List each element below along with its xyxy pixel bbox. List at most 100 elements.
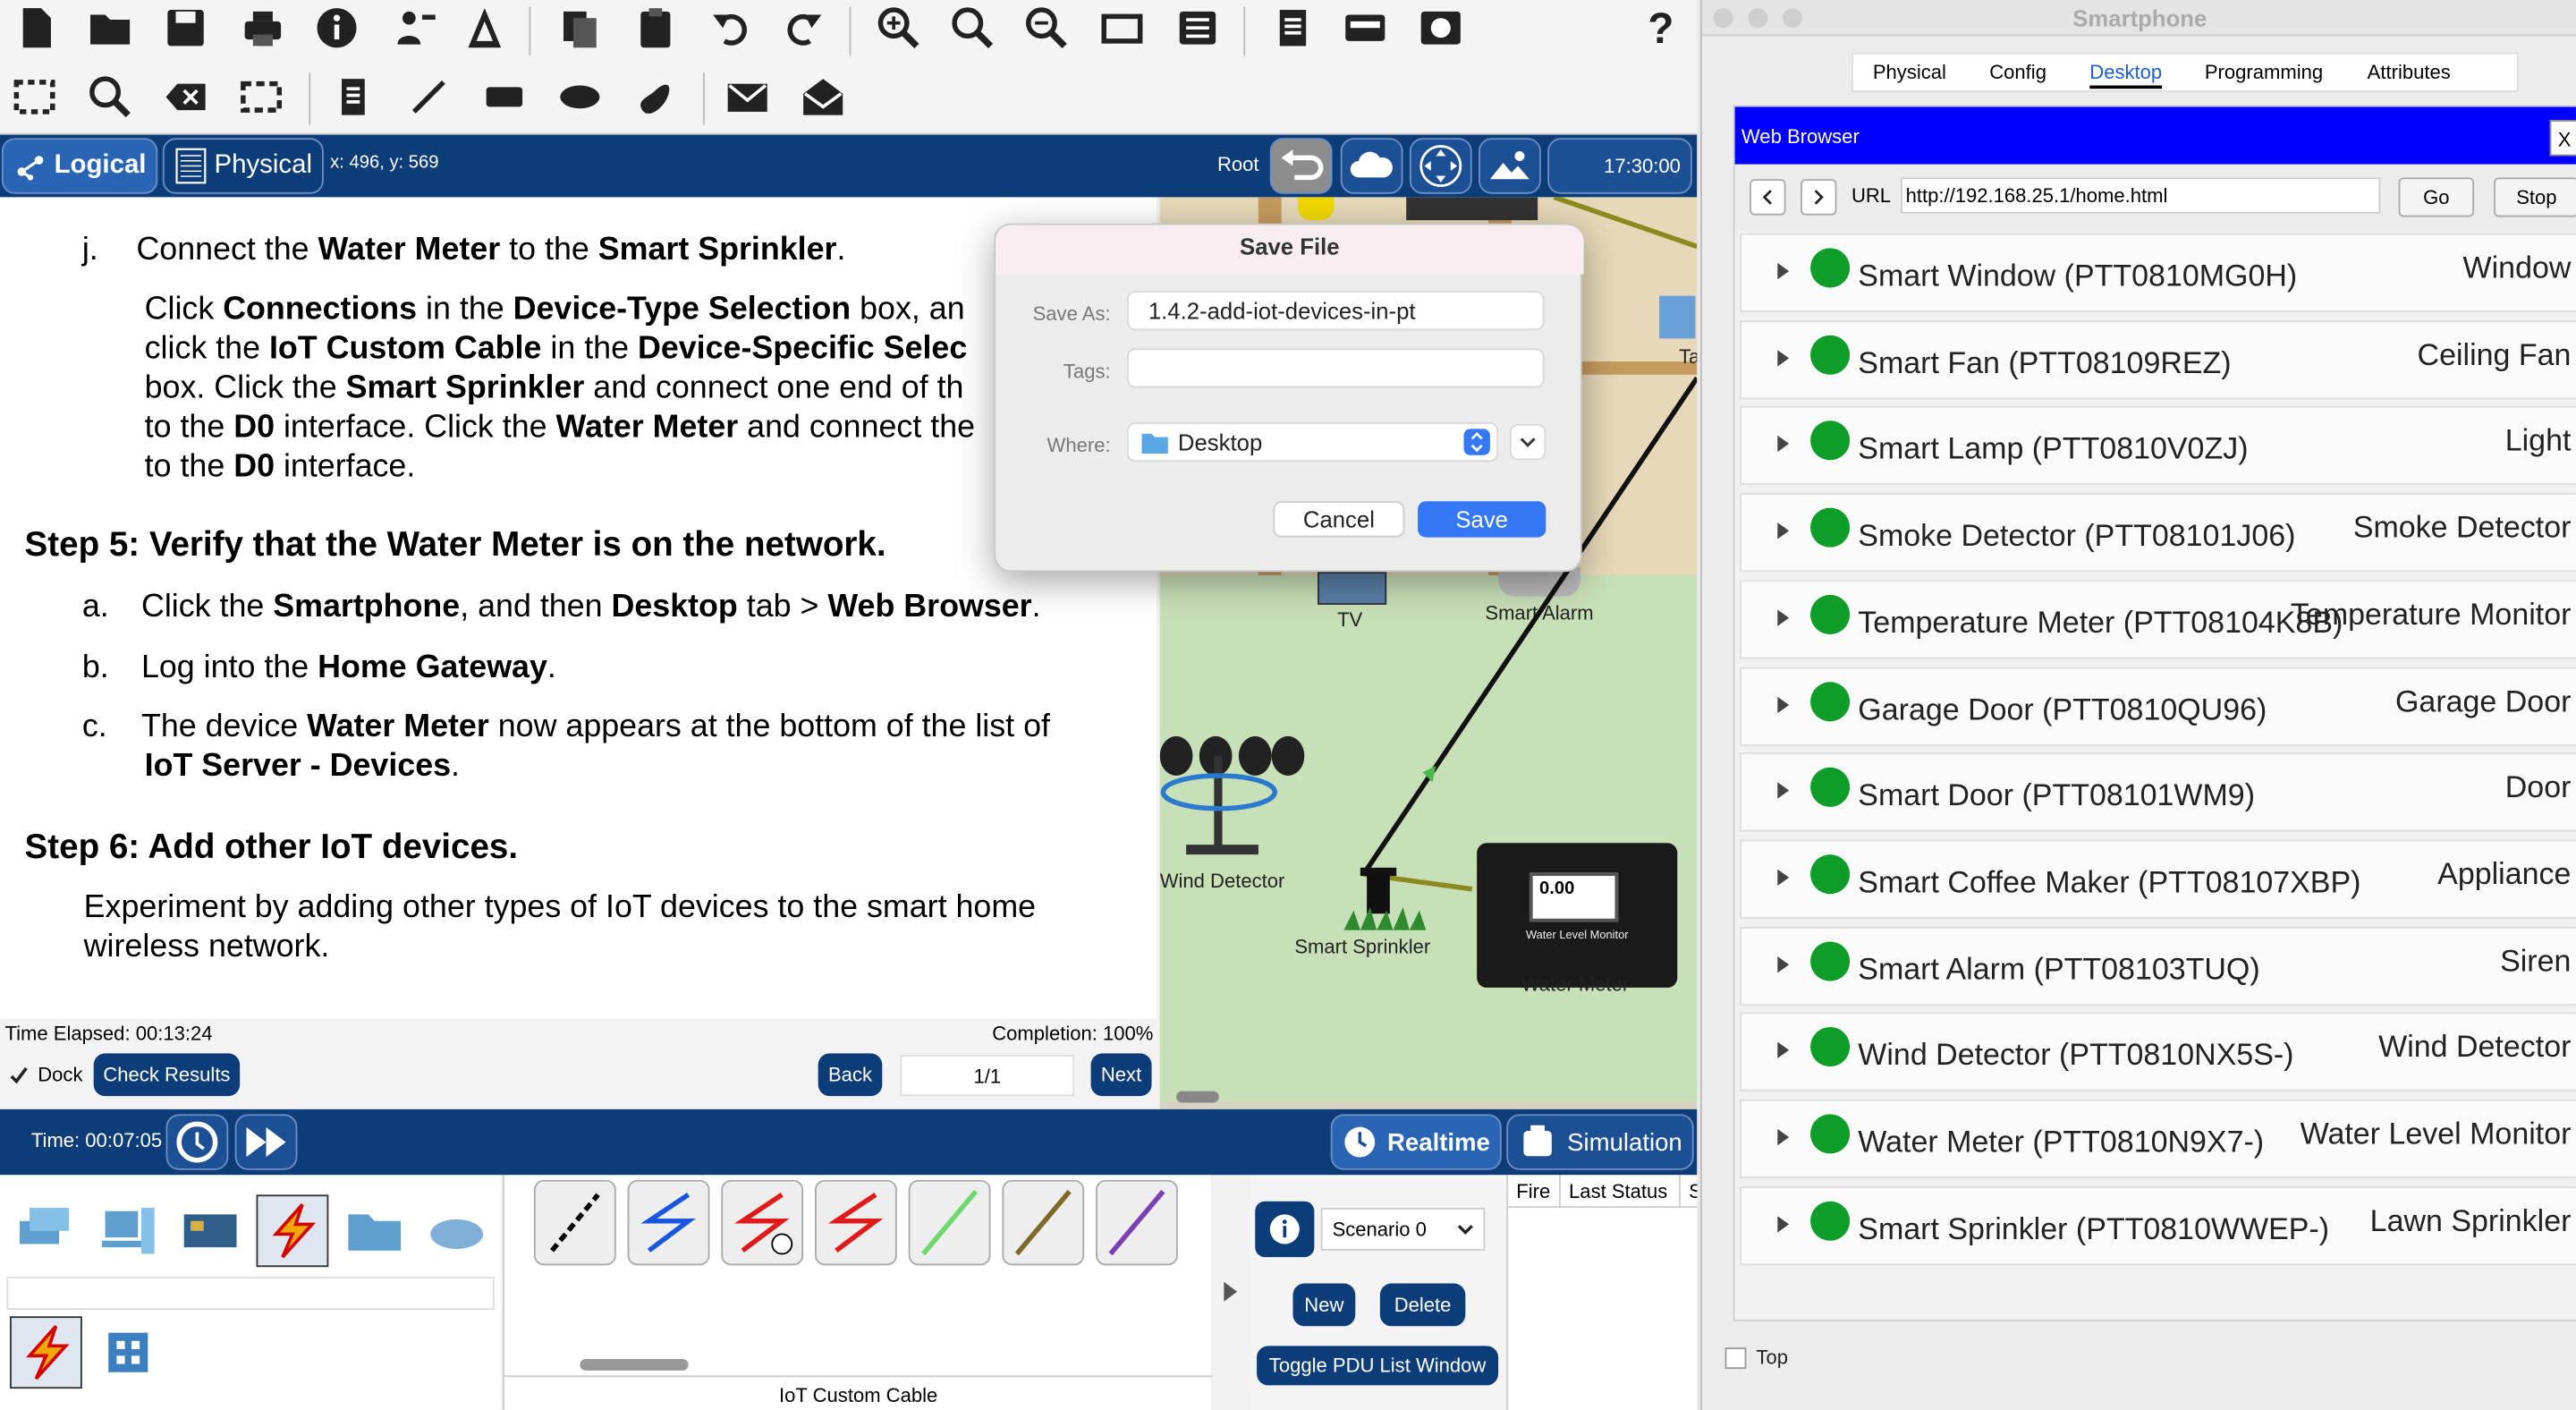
where-select[interactable]: Desktop: [1126, 422, 1499, 463]
panel-collapse-handle[interactable]: [1212, 1175, 1249, 1410]
resize-shape-icon[interactable]: [236, 72, 285, 122]
connections-subtype-icon[interactable]: [10, 1316, 82, 1389]
cable-panel-scrollbar[interactable]: [580, 1359, 689, 1371]
web-browser-close-button[interactable]: X: [2549, 120, 2576, 157]
notes-icon[interactable]: [1268, 4, 1318, 53]
cancel-button[interactable]: Cancel: [1273, 501, 1405, 538]
move-object-button[interactable]: [1409, 138, 1472, 194]
serial-cable-icon[interactable]: [815, 1179, 897, 1266]
expand-arrow-icon[interactable]: [1777, 1215, 1790, 1233]
connections-icon[interactable]: [256, 1194, 329, 1268]
info-icon[interactable]: [312, 4, 361, 53]
device-row[interactable]: Wind Detector (PTT0810NX5S-) Wind Detecto…: [1740, 1013, 2576, 1092]
paste-icon[interactable]: [631, 4, 680, 53]
expand-arrow-icon[interactable]: [1777, 522, 1790, 539]
expand-arrow-icon[interactable]: [1777, 695, 1790, 713]
grid-view-icon[interactable]: [92, 1316, 165, 1389]
device-row[interactable]: Smart Sprinkler (PTT0810WWEP-) Lawn Sprin…: [1740, 1185, 2576, 1265]
back-button[interactable]: Back: [818, 1053, 883, 1097]
scenario-info-button[interactable]: [1255, 1201, 1315, 1258]
device-row[interactable]: Smart Alarm (PTT08103TUQ) Siren: [1740, 926, 2576, 1006]
delete-icon[interactable]: [161, 72, 210, 122]
draw-ellipse-icon[interactable]: [555, 72, 605, 122]
device-row[interactable]: Smart Door (PTT08101WM9) Door: [1740, 752, 2576, 832]
components-icon[interactable]: [174, 1194, 247, 1267]
add-simple-pdu-icon[interactable]: [723, 72, 772, 122]
physical-tab[interactable]: Physical: [162, 138, 324, 194]
freeform-icon[interactable]: [631, 72, 680, 122]
viewport-clock[interactable]: 17:30:00: [1547, 138, 1692, 194]
smart-sprinkler-device[interactable]: [1343, 864, 1442, 937]
end-devices-icon[interactable]: [92, 1194, 165, 1267]
zoom-in-icon[interactable]: [874, 4, 923, 53]
device-row[interactable]: Smart Window (PTT0810MG0H) Window: [1740, 233, 2576, 312]
browser-back-button[interactable]: [1750, 179, 1786, 216]
tab-programming[interactable]: Programming: [2205, 61, 2323, 84]
back-level-button[interactable]: [1269, 138, 1333, 194]
browser-forward-button[interactable]: [1801, 179, 1837, 216]
scenario-select[interactable]: Scenario 0: [1320, 1208, 1486, 1251]
horizontal-scrollbar[interactable]: [1176, 1091, 1219, 1103]
custom-device-icon[interactable]: [1173, 4, 1222, 53]
device-search-field[interactable]: [6, 1277, 495, 1310]
tab-desktop[interactable]: Desktop: [2089, 61, 2163, 89]
page-indicator[interactable]: 1/1: [900, 1055, 1075, 1097]
expand-arrow-icon[interactable]: [1777, 436, 1790, 453]
device-row[interactable]: Garage Door (PTT0810QU96) Garage Door: [1740, 666, 2576, 745]
fast-forward-button[interactable]: [234, 1114, 298, 1170]
add-complex-pdu-icon[interactable]: [799, 72, 848, 122]
water-meter-device[interactable]: 0.00 Water Level Monitor: [1477, 843, 1678, 988]
new-scenario-button[interactable]: New: [1292, 1283, 1356, 1327]
device-row[interactable]: Smoke Detector (PTT08101J06) Smoke Detect…: [1740, 493, 2576, 573]
realtime-mode-button[interactable]: Realtime: [1330, 1114, 1502, 1170]
logical-tab[interactable]: Logical: [1, 138, 158, 194]
help-icon[interactable]: ?: [1636, 3, 1685, 53]
expand-arrow-icon[interactable]: [1777, 1128, 1790, 1146]
save-as-field[interactable]: 1.4.2-add-iot-devices-in-pt: [1126, 291, 1545, 331]
device-row[interactable]: Smart Fan (PTT08109REZ) Ceiling Fan: [1740, 319, 2576, 399]
expand-arrow-icon[interactable]: [1777, 782, 1790, 800]
go-button[interactable]: Go: [2398, 177, 2475, 217]
place-note-icon[interactable]: [328, 72, 377, 122]
select-icon[interactable]: [10, 72, 59, 122]
power-cycle-button[interactable]: [165, 1114, 229, 1170]
activity-wizard-icon[interactable]: [391, 4, 440, 53]
copy-icon[interactable]: [555, 4, 605, 53]
top-checkbox[interactable]: Top: [1724, 1346, 1788, 1369]
zoom-out-icon[interactable]: [1021, 4, 1071, 53]
dock-checkbox[interactable]: Dock: [8, 1063, 82, 1086]
stop-button[interactable]: Stop: [2494, 177, 2576, 217]
coaxial-cable-icon[interactable]: [908, 1179, 991, 1266]
device-row[interactable]: Smart Lamp (PTT0810V0ZJ) Light: [1740, 406, 2576, 486]
expand-arrow-icon[interactable]: [1777, 1042, 1790, 1059]
draw-rectangle-icon[interactable]: [479, 72, 529, 122]
phone-cable-icon[interactable]: [1002, 1179, 1085, 1266]
device-row[interactable]: Temperature Meter (PTT08104K8B) Temperatu…: [1740, 580, 2576, 659]
print-icon[interactable]: [238, 4, 287, 53]
zoom-reset-icon[interactable]: [948, 4, 997, 53]
new-cluster-button[interactable]: [1340, 138, 1403, 194]
device-row[interactable]: Smart Coffee Maker (PTT08107XBP) Applianc…: [1740, 839, 2576, 919]
console-cable-icon[interactable]: [627, 1179, 710, 1266]
root-label[interactable]: Root: [1217, 153, 1259, 176]
tags-field[interactable]: [1126, 348, 1545, 388]
tab-config[interactable]: Config: [1989, 61, 2046, 84]
miscellaneous-icon[interactable]: [338, 1194, 411, 1267]
expand-arrow-icon[interactable]: [1777, 262, 1790, 280]
save-icon[interactable]: [161, 4, 210, 53]
activity-icon[interactable]: [460, 4, 509, 53]
simulation-mode-button[interactable]: Simulation: [1506, 1114, 1694, 1170]
new-file-icon[interactable]: [12, 4, 61, 53]
open-folder-icon[interactable]: [86, 4, 135, 53]
redo-icon[interactable]: [779, 4, 828, 53]
set-background-button[interactable]: [1479, 138, 1541, 194]
delete-scenario-button[interactable]: Delete: [1379, 1283, 1466, 1327]
tab-attributes[interactable]: Attributes: [2368, 61, 2451, 84]
device-row[interactable]: Water Meter (PTT0810N9X7-) Water Level Mo…: [1740, 1099, 2576, 1178]
expand-dialog-button[interactable]: [1509, 423, 1546, 461]
network-devices-icon[interactable]: [10, 1194, 82, 1267]
expand-arrow-icon[interactable]: [1777, 349, 1790, 367]
save-button[interactable]: Save: [1418, 501, 1546, 538]
expand-arrow-icon[interactable]: [1777, 956, 1790, 973]
expand-arrow-icon[interactable]: [1777, 869, 1790, 886]
